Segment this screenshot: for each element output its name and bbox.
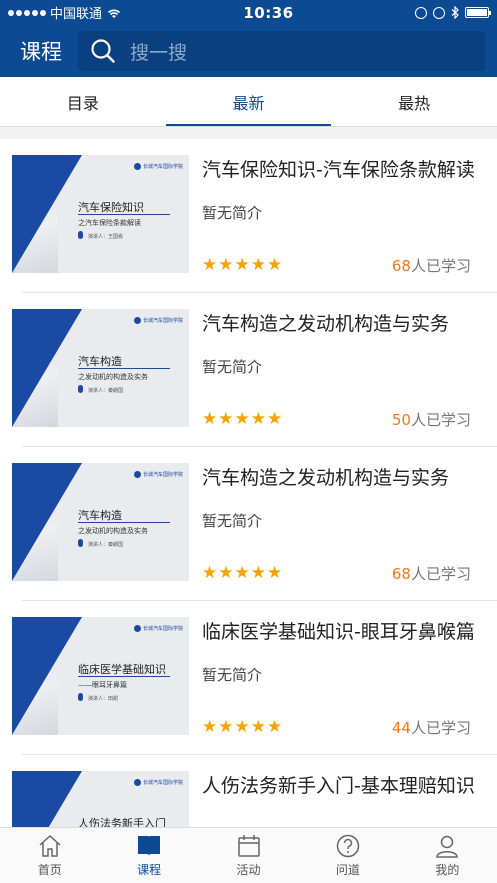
learner-count: 68人已学习 (391, 565, 471, 583)
star-icon: ★ (250, 409, 266, 429)
org-logo: 长城汽车国际学院 (133, 471, 183, 478)
course-item[interactable]: 长城汽车国际学院 汽车保险知识 之汽车保险条款解读 演讲人：王国栋 汽车保险知识… (0, 139, 497, 293)
rating-stars: ★ ★ ★ ★ ★ (202, 719, 282, 736)
star-icon: ★ (250, 255, 266, 275)
calendar-icon (237, 834, 260, 857)
app-screen: 中国联通 10:36 课程 搜一搜 目录 最新 最热 长城汽车国际学院 汽车保险… (0, 0, 497, 883)
mic-icon (78, 539, 83, 547)
rating-stars: ★ ★ ★ ★ ★ (202, 411, 282, 428)
alarm-icon (432, 6, 445, 19)
star-icon: ★ (267, 255, 283, 275)
org-logo: 长城汽车国际学院 (133, 163, 183, 170)
star-icon: ★ (218, 717, 234, 737)
question-icon (336, 834, 360, 857)
course-thumbnail: 长城汽车国际学院 汽车保险知识 之汽车保险条款解读 演讲人：王国栋 (12, 155, 189, 273)
mic-icon (78, 385, 83, 393)
nav-home[interactable]: 首页 (0, 828, 99, 883)
course-list: 长城汽车国际学院 汽车保险知识 之汽车保险条款解读 演讲人：王国栋 汽车保险知识… (0, 139, 497, 883)
star-icon: ★ (234, 563, 250, 583)
home-icon (39, 834, 61, 857)
star-icon: ★ (202, 255, 218, 275)
course-item[interactable]: 长城汽车国际学院 临床医学基础知识 ——眼耳牙鼻篇 演讲人：田甜 临床医学基础知… (0, 601, 497, 755)
course-title: 汽车构造之发动机构造与实务 (202, 467, 450, 489)
course-title: 汽车保险知识-汽车保险条款解读 (202, 159, 475, 181)
nav-questions[interactable]: 问道 (298, 828, 397, 883)
star-icon: ★ (250, 717, 266, 737)
course-title: 临床医学基础知识-眼耳牙鼻喉篇 (202, 621, 475, 643)
course-item[interactable]: 长城汽车国际学院 汽车构造 之发动机的构造及实务 演讲人：秦朗国 汽车构造之发动… (0, 293, 497, 447)
course-desc: 暂无简介 (202, 358, 263, 376)
star-icon: ★ (218, 563, 234, 583)
org-logo: 长城汽车国际学院 (133, 779, 183, 786)
search-placeholder: 搜一搜 (130, 41, 188, 64)
star-icon: ★ (202, 563, 218, 583)
carrier-label: 中国联通 (50, 7, 103, 22)
course-desc: 暂无简介 (202, 204, 263, 222)
bluetooth-icon (451, 6, 459, 19)
course-item[interactable]: 长城汽车国际学院 汽车构造 之发动机的构造及实务 演讲人：秦朗国 汽车构造之发动… (0, 447, 497, 601)
rating-stars: ★ ★ ★ ★ ★ (202, 565, 282, 582)
status-time: 10:36 (243, 3, 294, 22)
nav-courses[interactable]: 课程 (99, 828, 198, 883)
org-logo: 长城汽车国际学院 (133, 317, 183, 324)
org-logo: 长城汽车国际学院 (133, 625, 183, 632)
star-icon: ★ (234, 255, 250, 275)
learner-count: 44人已学习 (391, 719, 471, 737)
mic-icon (78, 231, 83, 239)
learner-count: 68人已学习 (391, 257, 471, 275)
header: 课程 搜一搜 (0, 25, 497, 77)
star-icon: ★ (267, 563, 283, 583)
bottom-nav: 首页 课程 活动 问道 我的 (0, 827, 497, 883)
course-desc: 暂无简介 (202, 512, 263, 530)
wifi-icon (107, 9, 121, 18)
nav-profile[interactable]: 我的 (398, 828, 497, 883)
star-icon: ★ (234, 409, 250, 429)
search-icon (91, 39, 115, 63)
star-icon: ★ (218, 409, 234, 429)
course-thumbnail: 长城汽车国际学院 临床医学基础知识 ——眼耳牙鼻篇 演讲人：田甜 (12, 617, 189, 735)
star-icon: ★ (202, 717, 218, 737)
tab-hottest[interactable]: 最热 (331, 77, 497, 126)
battery-icon (464, 7, 491, 18)
course-thumbnail: 长城汽车国际学院 汽车构造 之发动机的构造及实务 演讲人：秦朗国 (12, 463, 189, 581)
learner-count: 50人已学习 (391, 411, 471, 429)
course-title: 人伤法务新手入门-基本理赔知识 (202, 775, 475, 797)
signal-icon (8, 9, 46, 16)
tab-latest[interactable]: 最新 (165, 77, 332, 126)
user-icon (436, 835, 459, 858)
star-icon: ★ (267, 717, 283, 737)
nav-activities[interactable]: 活动 (199, 828, 298, 883)
star-icon: ★ (218, 255, 234, 275)
course-thumbnail: 长城汽车国际学院 汽车构造 之发动机的构造及实务 演讲人：秦朗国 (12, 309, 189, 427)
book-icon (138, 835, 161, 856)
rotation-lock-icon (414, 6, 427, 19)
star-icon: ★ (202, 409, 218, 429)
page-title: 课程 (20, 40, 62, 64)
course-desc: 暂无简介 (202, 666, 263, 684)
tab-catalog[interactable]: 目录 (0, 77, 166, 126)
mic-icon (78, 693, 83, 701)
tab-bar: 目录 最新 最热 (0, 77, 497, 127)
star-icon: ★ (234, 717, 250, 737)
status-bar: 中国联通 10:36 (0, 0, 497, 25)
search-input[interactable]: 搜一搜 (78, 31, 485, 71)
top-bar: 中国联通 10:36 课程 搜一搜 (0, 0, 497, 77)
star-icon: ★ (250, 563, 266, 583)
course-title: 汽车构造之发动机构造与实务 (202, 313, 450, 335)
rating-stars: ★ ★ ★ ★ ★ (202, 257, 282, 274)
star-icon: ★ (267, 409, 283, 429)
